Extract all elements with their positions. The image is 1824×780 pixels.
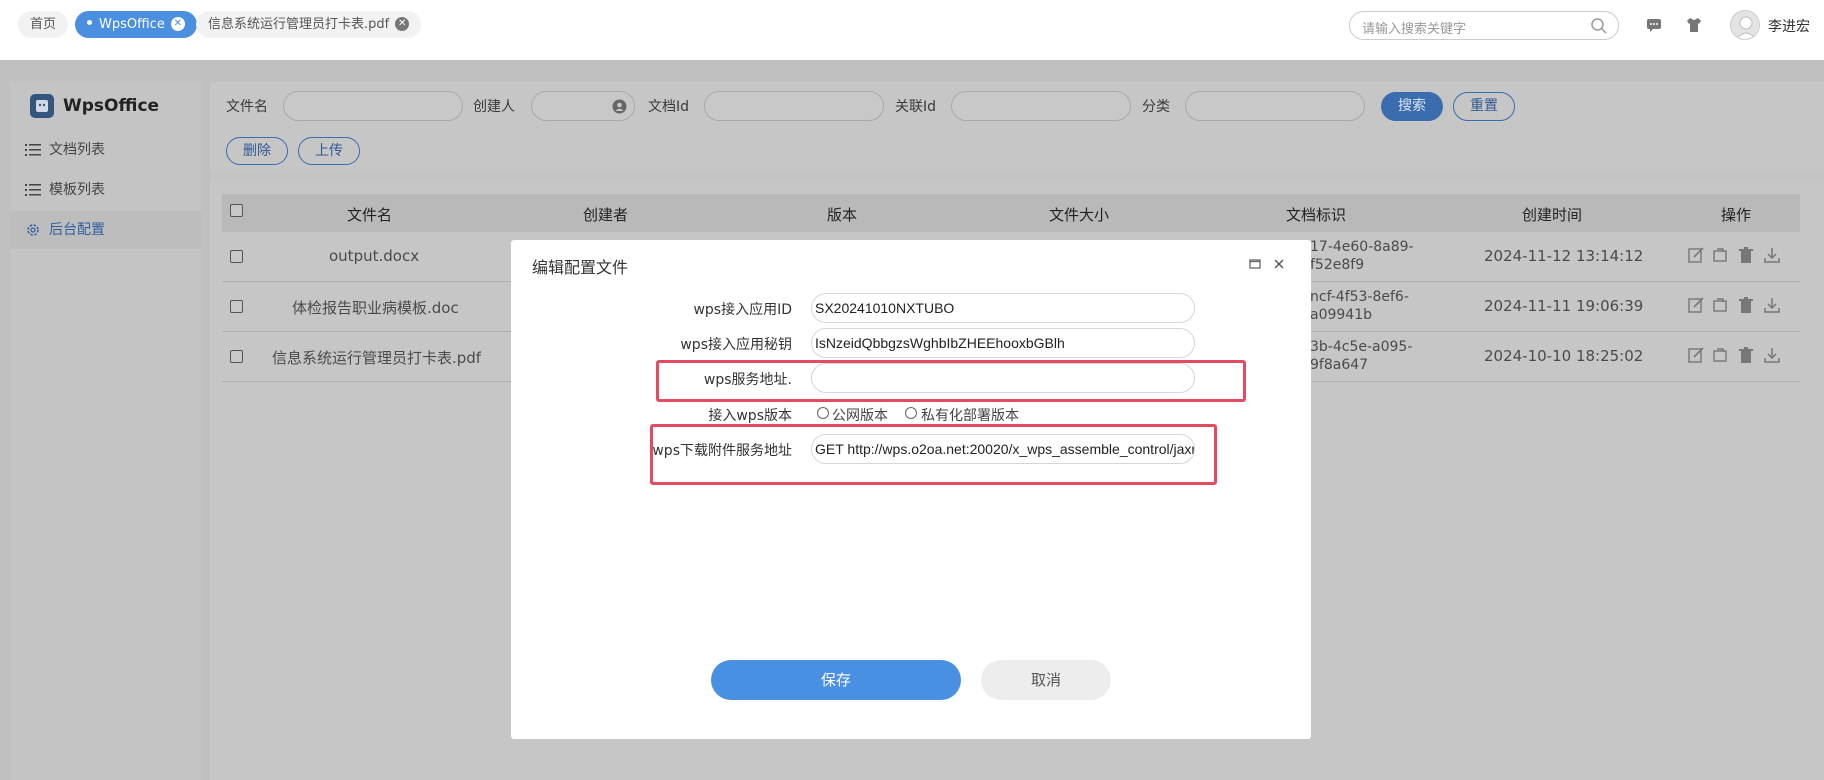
edit-icon[interactable] [1687, 346, 1705, 364]
active-dot-icon [87, 20, 92, 25]
user-name[interactable]: 李进宏 [1768, 16, 1810, 36]
creator-label: 创建人 [473, 99, 515, 115]
top-bar: 首页 WpsOffice ✕ 信息系统运行管理员打卡表.pdf ✕ 请输入搜索关键字… [0, 0, 1824, 60]
wps-logo-icon [30, 94, 54, 118]
column-header: 创建者 [583, 206, 629, 224]
dialog-title: 编辑配置文件 [532, 258, 629, 277]
upload-button[interactable]: 上传 [298, 137, 360, 165]
docid-input[interactable] [704, 91, 884, 121]
tab-wpsoffice[interactable]: WpsOffice ✕ [75, 11, 197, 38]
column-header: 创建时间 [1522, 206, 1583, 224]
sidebar-item-label: 文档列表 [49, 142, 105, 158]
download-url-input[interactable]: GET http://wps.o2oa.net:20020/x_wps_asse… [811, 434, 1195, 464]
cell-created: 2024-11-11 19:06:39 [1484, 297, 1644, 315]
radio-public-version[interactable] [817, 407, 829, 419]
cell-filename[interactable]: output.docx [329, 247, 419, 265]
download-icon[interactable] [1763, 296, 1781, 314]
search-placeholder: 请输入搜索关键字 [1362, 22, 1467, 37]
tab-label: WpsOffice [99, 17, 165, 32]
row-checkbox[interactable] [230, 250, 243, 263]
relid-label: 关联Id [895, 99, 937, 115]
radio-private-label[interactable]: 私有化部署版本 [921, 405, 1019, 425]
trash-icon[interactable] [1737, 246, 1755, 264]
service-url-input[interactable] [811, 363, 1195, 393]
column-header: 文件名 [347, 206, 393, 224]
user-icon [612, 99, 627, 114]
delete-button[interactable]: 删除 [226, 137, 288, 165]
list-icon [25, 184, 41, 196]
app-id-input[interactable]: SX20241010NXTUBO [811, 293, 1195, 323]
replace-icon[interactable] [1711, 346, 1729, 364]
download-icon[interactable] [1763, 246, 1781, 264]
reset-button[interactable]: 重置 [1453, 92, 1515, 121]
cell-created: 2024-11-12 13:14:12 [1484, 247, 1644, 265]
select-all-checkbox[interactable] [230, 204, 243, 217]
cancel-button[interactable]: 取消 [981, 660, 1111, 700]
cell-docid: 17-4e60-8a89- [1310, 239, 1414, 255]
message-icon[interactable] [1644, 15, 1664, 35]
cell-docid: a09941b [1310, 307, 1373, 323]
relid-input[interactable] [951, 91, 1131, 121]
sidebar-item-template-list[interactable]: 模板列表 [11, 171, 201, 209]
close-icon[interactable]: ✕ [395, 16, 410, 31]
category-label: 分类 [1142, 99, 1170, 115]
edit-icon[interactable] [1687, 296, 1705, 314]
app-secret-label: wps接入应用秘钥 [680, 337, 792, 353]
column-header: 版本 [827, 206, 858, 224]
service-url-label: wps服务地址. [703, 372, 792, 388]
maximize-icon[interactable] [1248, 257, 1262, 271]
column-header: 操作 [1721, 206, 1752, 224]
docid-label: 文档Id [648, 99, 690, 115]
cell-docid: 9f8a647 [1310, 357, 1369, 373]
cell-created: 2024-10-10 18:25:02 [1484, 347, 1644, 365]
row-checkbox[interactable] [230, 350, 243, 363]
close-icon[interactable] [1272, 257, 1286, 271]
tab-label: 信息系统运行管理员打卡表.pdf [208, 17, 390, 32]
creator-input[interactable] [531, 91, 635, 121]
tab-home[interactable]: 首页 [18, 11, 69, 38]
column-header: 文档标识 [1286, 206, 1347, 224]
column-header: 文件大小 [1049, 206, 1110, 224]
cell-docid: ncf-4f53-8ef6- [1310, 289, 1409, 305]
search-button[interactable]: 搜索 [1381, 92, 1443, 121]
filename-input[interactable] [283, 91, 463, 121]
gear-icon [27, 224, 39, 236]
save-button[interactable]: 保存 [711, 660, 961, 700]
download-icon[interactable] [1763, 346, 1781, 364]
app-secret-input[interactable]: IsNzeidQbbgzsWghbIbZHEEhooxbGBlh [811, 328, 1195, 358]
replace-icon[interactable] [1711, 296, 1729, 314]
trash-icon[interactable] [1737, 346, 1755, 364]
trash-icon[interactable] [1737, 296, 1755, 314]
edit-icon[interactable] [1687, 246, 1705, 264]
tab-label: 首页 [30, 17, 57, 32]
sidebar-item-doc-list[interactable]: 文档列表 [11, 131, 201, 169]
replace-icon[interactable] [1711, 246, 1729, 264]
sidebar-item-backend-config[interactable]: 后台配置 [11, 211, 201, 249]
sidebar-item-label: 模板列表 [49, 182, 105, 198]
wps-version-label: 接入wps版本 [708, 408, 792, 424]
sidebar-title: WpsOffice [63, 96, 160, 116]
cell-filename[interactable]: 体检报告职业病模板.doc [292, 297, 459, 318]
cell-docid: f52e8f9 [1310, 257, 1365, 273]
radio-public-label[interactable]: 公网版本 [832, 405, 888, 425]
close-icon[interactable]: ✕ [170, 16, 185, 31]
search-input[interactable]: 请输入搜索关键字 [1349, 11, 1619, 40]
radio-private-version[interactable] [905, 407, 917, 419]
download-url-label: wps下载附件服务地址 [652, 443, 792, 459]
row-checkbox[interactable] [230, 300, 243, 313]
app-id-label: wps接入应用ID [693, 302, 792, 318]
sidebar-item-label: 后台配置 [49, 222, 105, 238]
category-input[interactable] [1185, 91, 1365, 121]
tab-pdf[interactable]: 信息系统运行管理员打卡表.pdf ✕ [196, 11, 422, 38]
cell-docid: 3b-4c5e-a095- [1310, 339, 1413, 355]
filename-label: 文件名 [226, 99, 268, 115]
cell-filename[interactable]: 信息系统运行管理员打卡表.pdf [272, 347, 481, 368]
list-icon [25, 144, 41, 156]
avatar[interactable] [1730, 10, 1760, 40]
search-icon[interactable] [1590, 17, 1608, 35]
shirt-icon[interactable] [1684, 15, 1704, 35]
